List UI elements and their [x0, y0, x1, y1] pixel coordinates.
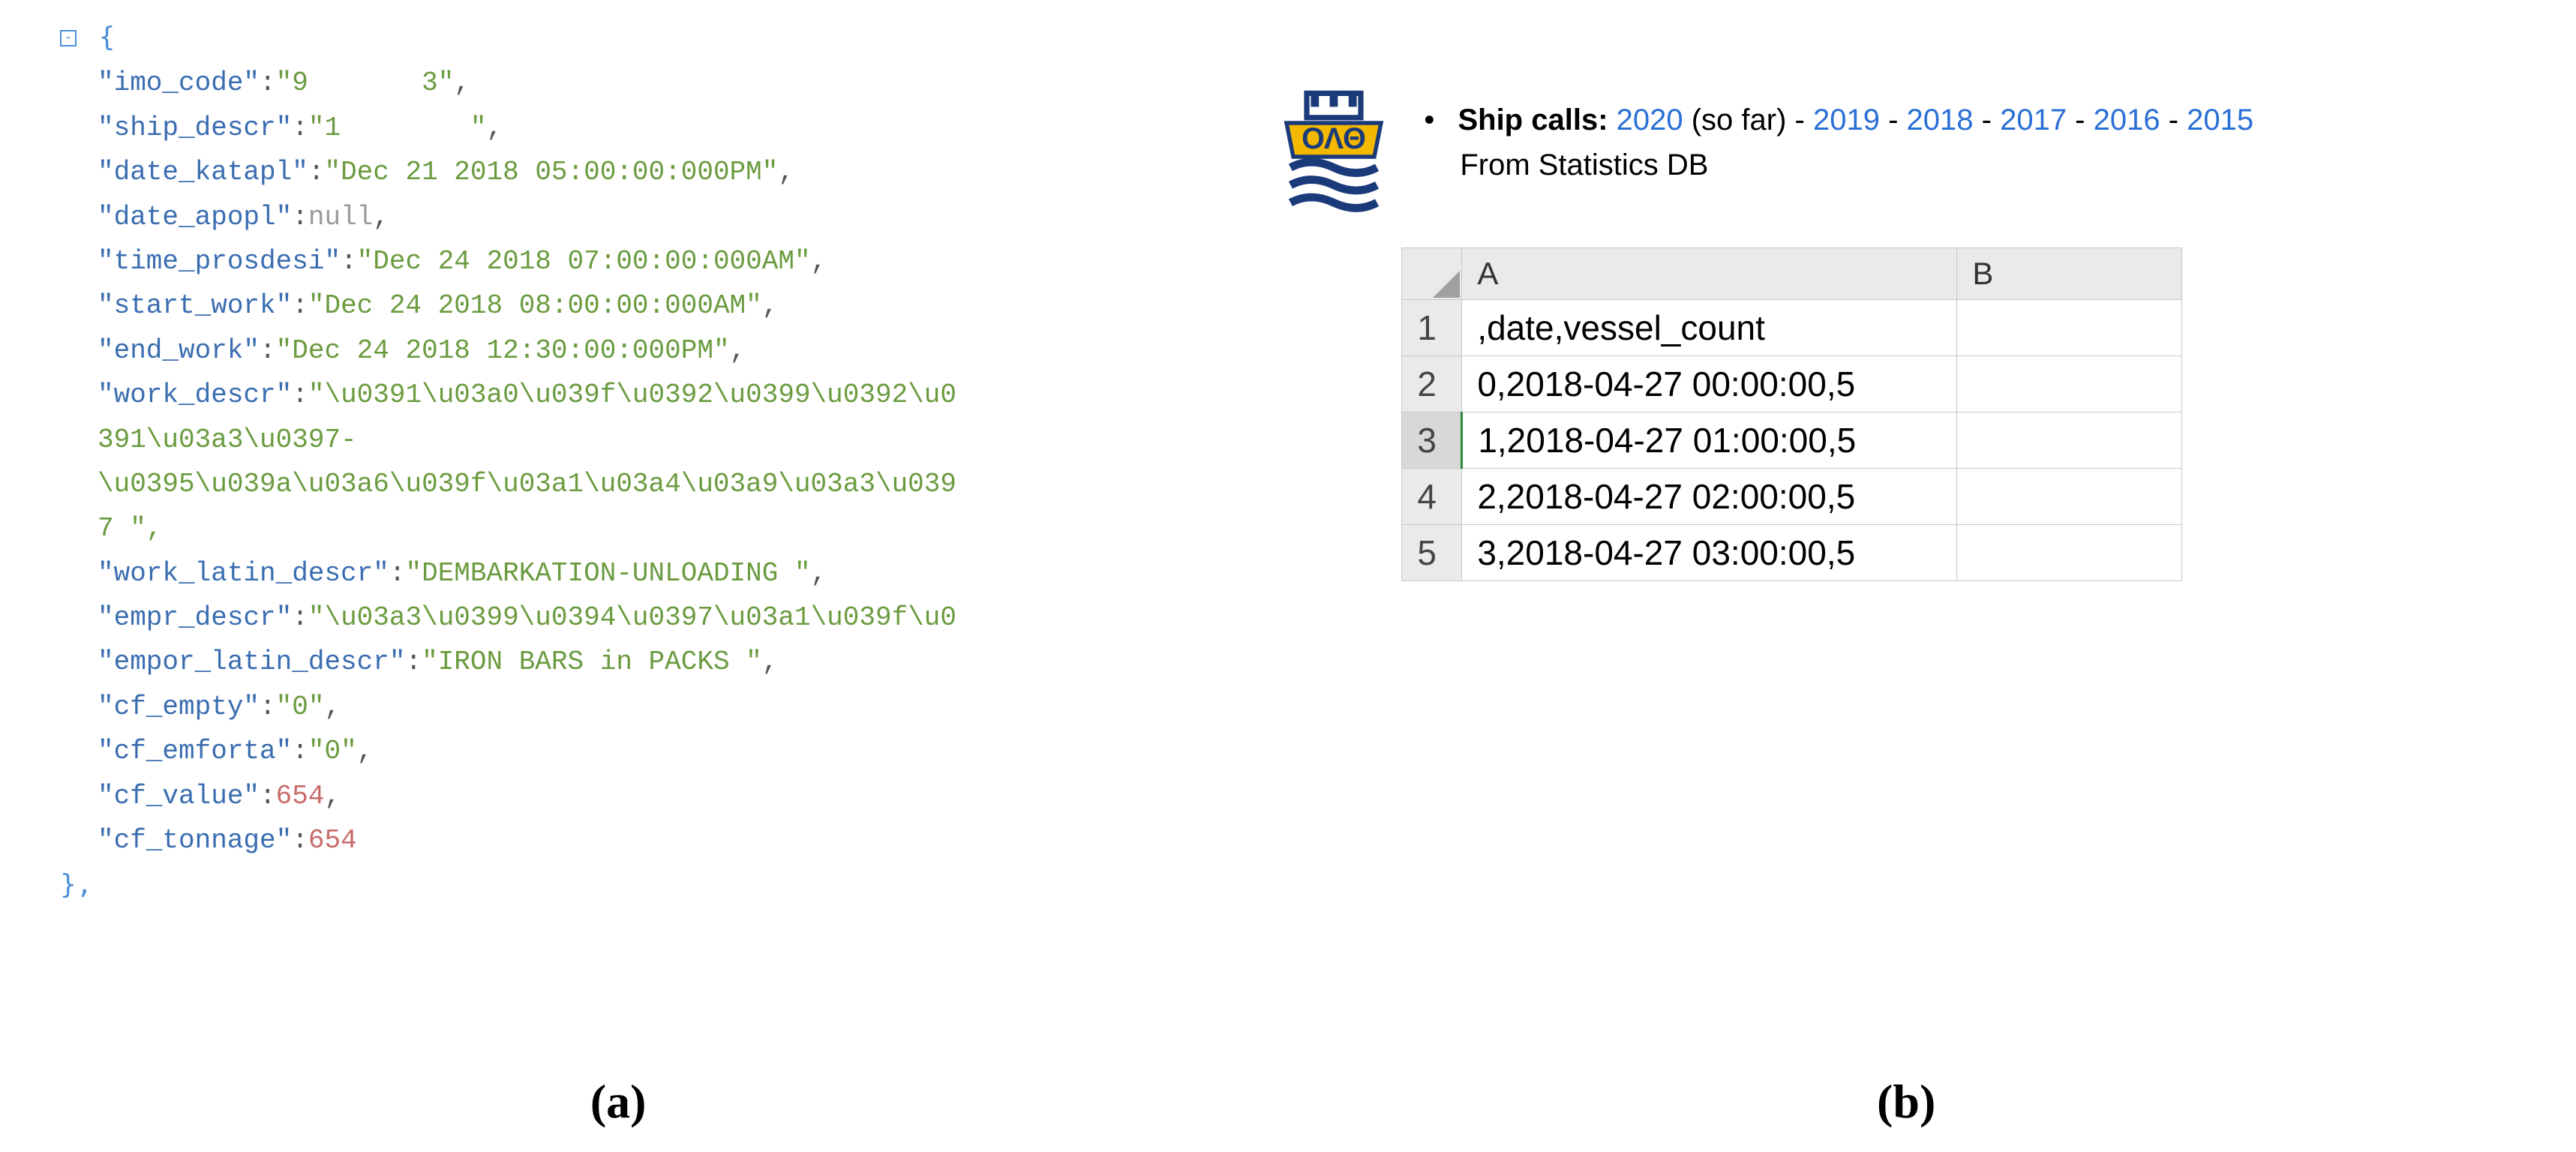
- cell-a[interactable]: 0,2018-04-27 00:00:00,5: [1462, 356, 1957, 412]
- json-value: "IRON BARS in PACKS ": [422, 646, 762, 677]
- json-value: "Dec 21 2018 05:00:00:000PM": [324, 157, 778, 188]
- json-key: "date_katapl": [98, 157, 308, 188]
- json-key: "empr_descr": [98, 602, 292, 633]
- cell-a[interactable]: 2,2018-04-27 02:00:00,5: [1462, 469, 1957, 525]
- json-key: "end_work": [98, 335, 260, 366]
- json-value: 654: [308, 825, 357, 856]
- json-line: "date_katapl":"Dec 21 2018 05:00:00:000P…: [30, 150, 1206, 194]
- row-header[interactable]: 3: [1402, 412, 1462, 469]
- svg-text:ΟΛΘ: ΟΛΘ: [1302, 122, 1366, 155]
- json-line: "end_work":"Dec 24 2018 12:30:00:000PM",: [30, 328, 1206, 373]
- json-close-brace: },: [60, 869, 92, 900]
- json-value: "\u03a3\u0399\u0394\u0397\u03a1\u039f\u0: [308, 602, 956, 633]
- json-open-brace: {: [99, 22, 116, 52]
- json-line: "ship_descr":"1 ",: [30, 106, 1206, 150]
- json-key: "cf_value": [98, 781, 260, 812]
- json-line-cont: \u0395\u039a\u03a6\u039f\u03a1\u03a4\u03…: [30, 462, 1206, 506]
- table-row: 20,2018-04-27 00:00:00,5: [1402, 356, 2182, 412]
- year-link-2019[interactable]: 2019: [1813, 104, 1880, 136]
- bullet-icon: •: [1424, 104, 1434, 136]
- json-line: "cf_value":654,: [30, 774, 1206, 818]
- spreadsheet: A B 1,date,vessel_count20,2018-04-27 00:…: [1401, 248, 2182, 581]
- table-row: 31,2018-04-27 01:00:00,5: [1402, 412, 2182, 469]
- cell-b[interactable]: [1957, 525, 2182, 581]
- cell-b[interactable]: [1957, 469, 2182, 525]
- json-value: "\u0391\u03a0\u039f\u0392\u0399\u0392\u0: [308, 380, 956, 410]
- table-row: 53,2018-04-27 03:00:00,5: [1402, 525, 2182, 581]
- table-row: 42,2018-04-27 02:00:00,5: [1402, 469, 2182, 525]
- year-link-2015[interactable]: 2015: [2187, 104, 2253, 136]
- year-link-2017[interactable]: 2017: [2000, 104, 2067, 136]
- year-link-2020[interactable]: 2020: [1617, 104, 1683, 136]
- json-value: null: [308, 202, 373, 232]
- json-value: "1 ": [308, 112, 487, 143]
- ship-calls-label: Ship calls:: [1458, 104, 1608, 136]
- json-line: "work_descr":"\u0391\u03a0\u039f\u0392\u…: [30, 373, 1206, 417]
- json-line: "cf_tonnage":654: [30, 818, 1206, 862]
- right-panel: ΟΛΘ • Ship calls: 2020 (so far) - 2019 -…: [1236, 0, 2576, 1152]
- subtitle: From Statistics DB: [1424, 142, 2253, 188]
- json-viewer: - { "imo_code":"9 3","ship_descr":"1 ","…: [30, 15, 1206, 909]
- json-key: "work_latin_descr": [98, 558, 389, 589]
- json-key: "empor_latin_descr": [98, 646, 405, 677]
- json-value: 654: [276, 781, 325, 812]
- json-value: "0": [308, 736, 357, 766]
- json-key: "imo_code": [98, 68, 260, 98]
- json-key: "date_apopl": [98, 202, 292, 232]
- json-value: "9 3": [276, 68, 455, 98]
- json-value: "Dec 24 2018 07:00:00:000AM": [357, 246, 811, 277]
- header-row: ΟΛΘ • Ship calls: 2020 (so far) - 2019 -…: [1266, 82, 2546, 218]
- port-logo-icon: ΟΛΘ: [1266, 82, 1401, 218]
- json-line: "start_work":"Dec 24 2018 08:00:00:000AM…: [30, 284, 1206, 328]
- json-line: "cf_empty":"0",: [30, 685, 1206, 729]
- json-value: "Dec 24 2018 12:30:00:000PM": [276, 335, 730, 366]
- cell-a[interactable]: 1,2018-04-27 01:00:00,5: [1462, 412, 1957, 469]
- caption-a: (a): [590, 1074, 647, 1130]
- col-header-b[interactable]: B: [1957, 248, 2182, 300]
- json-panel: - { "imo_code":"9 3","ship_descr":"1 ","…: [0, 0, 1236, 1152]
- json-line-cont: 7 ",: [30, 506, 1206, 550]
- json-key: "cf_emforta": [98, 736, 292, 766]
- year-link-2016[interactable]: 2016: [2094, 104, 2160, 136]
- cell-b[interactable]: [1957, 356, 2182, 412]
- json-value: "Dec 24 2018 08:00:00:000AM": [308, 290, 762, 321]
- cell-a[interactable]: 3,2018-04-27 03:00:00,5: [1462, 525, 1957, 581]
- cell-a[interactable]: ,date,vessel_count: [1462, 300, 1957, 356]
- json-line-cont: 391\u03a3\u0397-: [30, 418, 1206, 462]
- row-header[interactable]: 1: [1402, 300, 1462, 356]
- cell-b[interactable]: [1957, 300, 2182, 356]
- json-key: "cf_empty": [98, 692, 260, 722]
- json-line: "cf_emforta":"0",: [30, 729, 1206, 773]
- json-key: "start_work": [98, 290, 292, 321]
- year-link-2018[interactable]: 2018: [1907, 104, 1974, 136]
- table-row: 1,date,vessel_count: [1402, 300, 2182, 356]
- json-key: "cf_tonnage": [98, 825, 292, 856]
- json-line: "empr_descr":"\u03a3\u0399\u0394\u0397\u…: [30, 596, 1206, 640]
- corner-select-all[interactable]: [1402, 248, 1462, 300]
- json-key: "work_descr": [98, 380, 292, 410]
- collapse-icon[interactable]: -: [60, 30, 77, 46]
- so-far-note: (so far): [1683, 104, 1787, 136]
- json-line: "empor_latin_descr":"IRON BARS in PACKS …: [30, 640, 1206, 684]
- col-header-a[interactable]: A: [1462, 248, 1957, 300]
- row-header[interactable]: 5: [1402, 525, 1462, 581]
- json-value: "DEMBARKATION-UNLOADING ": [405, 558, 810, 589]
- caption-b: (b): [1877, 1074, 1935, 1130]
- json-line: "work_latin_descr":"DEMBARKATION-UNLOADI…: [30, 551, 1206, 596]
- json-line: "date_apopl":null,: [30, 195, 1206, 239]
- json-line: "imo_code":"9 3",: [30, 61, 1206, 105]
- json-key: "ship_descr": [98, 112, 292, 143]
- json-value: "0": [276, 692, 325, 722]
- row-header[interactable]: 4: [1402, 469, 1462, 525]
- json-key: "time_prosdesi": [98, 246, 341, 277]
- json-line: "time_prosdesi":"Dec 24 2018 07:00:00:00…: [30, 239, 1206, 284]
- cell-b[interactable]: [1957, 412, 2182, 469]
- row-header[interactable]: 2: [1402, 356, 1462, 412]
